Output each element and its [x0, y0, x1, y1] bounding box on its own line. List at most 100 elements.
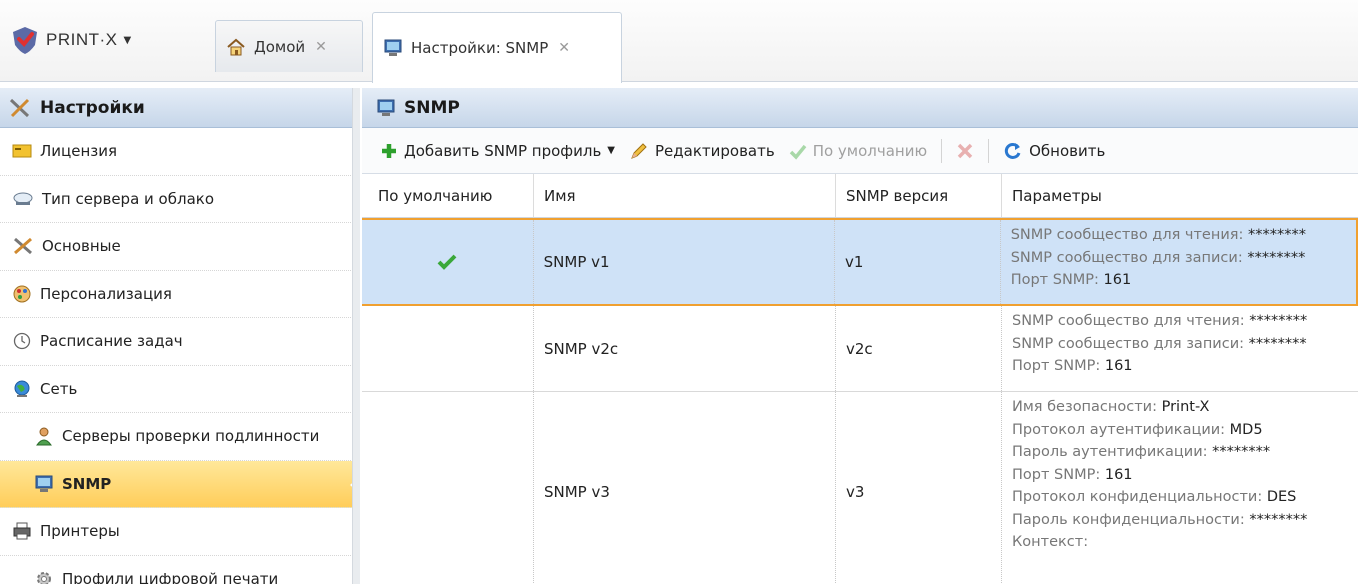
- sidebar-item-license[interactable]: Лицензия: [0, 128, 359, 176]
- toolbar: Добавить SNMP профиль ▼ Редактировать По…: [362, 128, 1358, 174]
- top-bar: PRINT·X ▼ Домой ✕ Настройки: SNMP ✕: [0, 0, 1358, 83]
- version-cell: v1: [835, 220, 1001, 304]
- param-key: Порт SNMP:: [1012, 358, 1101, 374]
- settings-sidebar: Настройки Лицензия Тип сервера и облако …: [0, 88, 360, 584]
- close-icon[interactable]: ✕: [558, 40, 570, 56]
- sidebar-item-label: Принтеры: [40, 522, 120, 541]
- sidebar-item-network[interactable]: Сеть: [0, 366, 359, 413]
- parameters-cell: Имя безопасности: Print-X Протокол аутен…: [1002, 392, 1358, 584]
- palette-icon: [13, 285, 31, 303]
- tab-label: Домой: [254, 37, 306, 56]
- sidebar-item-snmp[interactable]: SNMP: [0, 460, 359, 508]
- page-title: SNMP: [404, 97, 460, 118]
- param-key: Пароль аутентификации:: [1012, 444, 1208, 460]
- delete-button[interactable]: [952, 138, 978, 164]
- app-menu[interactable]: PRINT·X ▼: [10, 24, 131, 56]
- param-line: Контекст:: [1012, 531, 1358, 554]
- toolbar-divider: [941, 138, 943, 163]
- set-default-label: По умолчанию: [812, 141, 928, 160]
- sidebar-item-label: Профили цифровой печати: [62, 569, 279, 584]
- monitor-icon: [377, 99, 395, 116]
- sidebar-item-label: Расписание задач: [40, 332, 183, 351]
- sidebar-scrollbar[interactable]: [352, 88, 360, 584]
- plus-icon: [382, 143, 396, 158]
- param-key: SNMP сообщество для записи:: [1012, 335, 1244, 352]
- param-key: Пароль конфиденциальности:: [1012, 511, 1245, 528]
- chevron-down-icon: ▼: [123, 34, 132, 46]
- param-key: SNMP сообщество для записи:: [1010, 249, 1243, 266]
- column-header-parameters[interactable]: Параметры: [1002, 174, 1358, 217]
- param-value: ********: [1247, 227, 1306, 243]
- sidebar-item-label: Тип сервера и облако: [42, 189, 214, 208]
- sidebar-item-label: Основные: [42, 237, 121, 256]
- gear-icon: [37, 571, 51, 584]
- param-line: SNMP сообщество для чтения: ********: [1011, 224, 1356, 247]
- tab-home[interactable]: Домой ✕: [215, 20, 363, 72]
- refresh-label: Обновить: [1029, 141, 1106, 160]
- version-cell: v3: [836, 392, 1002, 584]
- pencil-icon: [631, 142, 647, 159]
- column-header-name[interactable]: Имя: [534, 174, 836, 217]
- param-value: 161: [1103, 272, 1132, 288]
- sidebar-item-task-schedule[interactable]: Расписание задач: [0, 318, 359, 366]
- sidebar-item-auth-servers[interactable]: Серверы проверки подлинности: [0, 413, 359, 461]
- name-cell: SNMP v3: [534, 392, 836, 584]
- column-header-default[interactable]: По умолчанию: [362, 174, 534, 217]
- param-key: Порт SNMP:: [1010, 272, 1099, 288]
- tab-label: Настройки: SNMP: [411, 39, 549, 57]
- param-value: Print-X: [1161, 399, 1210, 415]
- param-value: ********: [1247, 249, 1306, 266]
- param-key: SNMP сообщество для чтения:: [1012, 313, 1245, 329]
- main-header: SNMP: [362, 88, 1358, 128]
- sidebar-item-general[interactable]: Основные: [0, 223, 359, 271]
- monitor-icon: [384, 39, 402, 56]
- column-header-version[interactable]: SNMP версия: [836, 174, 1002, 217]
- default-cell: [362, 220, 534, 304]
- sidebar-item-personalization[interactable]: Персонализация: [0, 271, 359, 318]
- table-header: По умолчанию Имя SNMP версия Параметры: [362, 174, 1358, 218]
- sidebar-item-server-cloud[interactable]: Тип сервера и облако: [0, 176, 359, 223]
- param-line: SNMP сообщество для записи: ********: [1012, 333, 1358, 356]
- tab-snmp-settings[interactable]: Настройки: SNMP ✕: [372, 12, 622, 83]
- refresh-button[interactable]: Обновить: [999, 137, 1109, 165]
- name-cell: SNMP v2c: [534, 306, 836, 391]
- shield-logo-icon: [13, 27, 37, 54]
- table-row[interactable]: SNMP v2c v2c SNMP сообщество для чтения:…: [362, 306, 1358, 392]
- sidebar-item-label: Персонализация: [40, 284, 172, 303]
- parameters-cell: SNMP сообщество для чтения: ******** SNM…: [1002, 306, 1358, 391]
- main-panel: SNMP Добавить SNMP профиль ▼ Редактирова…: [362, 88, 1358, 584]
- set-default-button[interactable]: По умолчанию: [785, 138, 931, 164]
- param-value: DES: [1266, 489, 1297, 505]
- sidebar-item-digital-print-profiles[interactable]: Профили цифровой печати: [0, 556, 359, 584]
- close-icon[interactable]: ✕: [315, 39, 327, 55]
- parameters-cell: SNMP сообщество для чтения: ******** SNM…: [1001, 220, 1356, 304]
- sidebar-title: Настройки: [40, 97, 145, 118]
- name-cell: SNMP v1: [534, 220, 836, 304]
- version-cell: v2c: [836, 306, 1002, 391]
- param-value: ********: [1248, 335, 1307, 352]
- param-line: Порт SNMP: 161: [1011, 269, 1356, 292]
- param-line: Протокол аутентификации: MD5: [1012, 419, 1358, 442]
- param-line: Порт SNMP: 161: [1012, 464, 1358, 487]
- tools-icon: [14, 238, 32, 255]
- table-row[interactable]: SNMP v3 v3 Имя безопасности: Print-X Про…: [362, 392, 1358, 584]
- tools-icon: [9, 98, 30, 117]
- param-key: Протокол конфиденциальности:: [1012, 489, 1263, 505]
- param-line: Пароль конфиденциальности: ********: [1012, 509, 1358, 532]
- param-key: Имя безопасности:: [1012, 399, 1157, 415]
- sidebar-item-label: Сеть: [40, 379, 78, 398]
- user-icon: [36, 427, 52, 446]
- param-key: Порт SNMP:: [1012, 466, 1101, 483]
- chevron-down-icon: ▼: [607, 145, 615, 156]
- add-snmp-profile-button[interactable]: Добавить SNMP профиль ▼: [376, 138, 619, 164]
- sidebar-item-label: Лицензия: [40, 142, 118, 161]
- clock-icon: [13, 333, 31, 350]
- table-row[interactable]: SNMP v1 v1 SNMP сообщество для чтения: *…: [362, 218, 1358, 306]
- param-value: ********: [1249, 313, 1308, 329]
- param-line: SNMP сообщество для чтения: ********: [1012, 310, 1358, 333]
- checkmark-icon: [437, 254, 457, 270]
- sidebar-item-printers[interactable]: Принтеры: [0, 508, 359, 556]
- edit-button[interactable]: Редактировать: [625, 137, 779, 165]
- add-label: Добавить SNMP профиль: [404, 141, 602, 160]
- sidebar-header: Настройки: [0, 88, 359, 128]
